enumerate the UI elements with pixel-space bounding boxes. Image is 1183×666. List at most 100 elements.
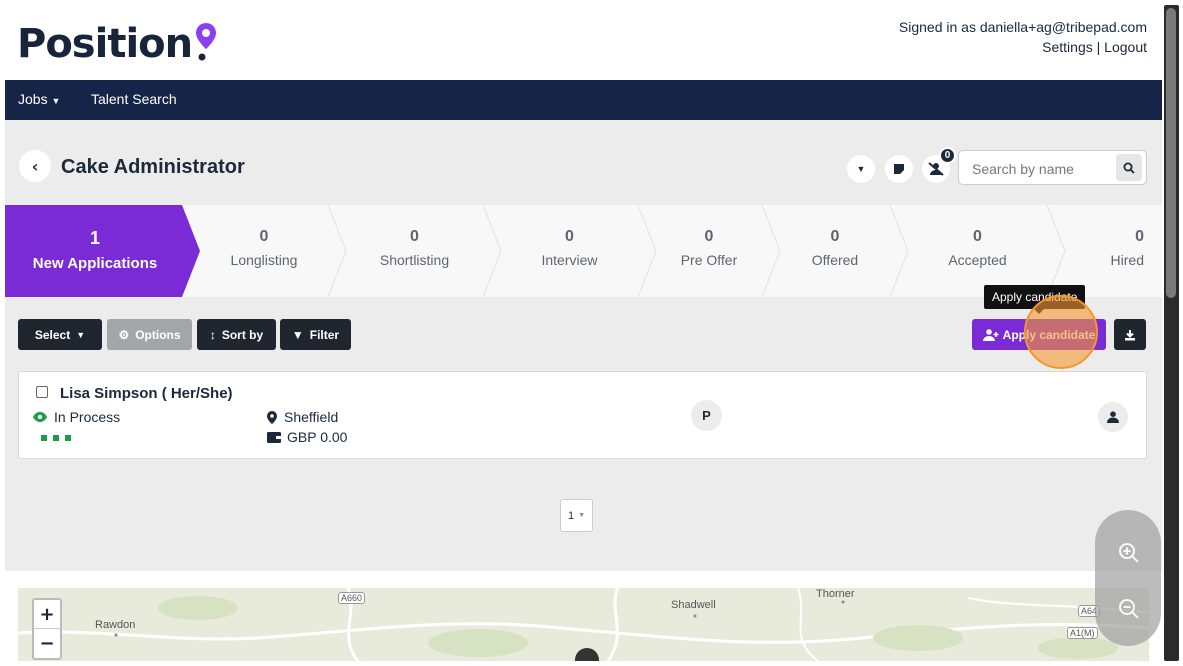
candidate-checkbox[interactable] bbox=[36, 386, 48, 398]
stage-new-applications[interactable]: 1 New Applications bbox=[5, 205, 185, 297]
actions-dropdown-button[interactable]: ▼ bbox=[847, 155, 875, 183]
search-input[interactable]: Search by name bbox=[972, 161, 1074, 177]
stage-count: 0 bbox=[973, 228, 982, 245]
stage-count: 0 bbox=[410, 228, 419, 245]
location-map[interactable]: Rawdon Shadwell Thorner A660 A64 A1(M) bbox=[18, 588, 1149, 661]
click-indicator bbox=[1024, 295, 1098, 369]
filter-button[interactable]: ▼ Filter bbox=[280, 319, 351, 350]
filter-icon: ▼ bbox=[291, 327, 304, 342]
job-title: Cake Administrator bbox=[61, 156, 245, 178]
salary-text: GBP 0.00 bbox=[287, 429, 348, 445]
caret-down-icon: ▼ bbox=[856, 164, 866, 174]
nav-jobs-label: Jobs bbox=[18, 91, 48, 107]
map-tiles bbox=[18, 588, 1149, 661]
notes-button[interactable] bbox=[885, 155, 913, 183]
nav-jobs[interactable]: Jobs ▼ bbox=[18, 91, 60, 107]
stage-label: Pre Offer bbox=[680, 252, 738, 268]
search-button[interactable] bbox=[1116, 154, 1142, 181]
main-nav: Jobs ▼ Talent Search bbox=[5, 80, 1162, 120]
caret-down-icon: ▼ bbox=[51, 96, 61, 106]
options-label: Options bbox=[135, 327, 181, 342]
page-scrollbar[interactable] bbox=[1162, 0, 1183, 666]
gear-icon: ⚙ bbox=[118, 327, 130, 342]
scrollbar-thumb[interactable] bbox=[1166, 8, 1176, 298]
stage-count: 0 bbox=[565, 228, 574, 245]
add-user-icon bbox=[982, 328, 999, 341]
stage-label: Longlisting bbox=[230, 252, 298, 268]
candidate-status: In Process bbox=[33, 409, 120, 425]
stage-accepted[interactable]: 0 Accepted bbox=[908, 205, 1047, 297]
download-icon bbox=[1125, 329, 1135, 340]
browser-viewport: Position Signed in as daniella+ag@tribep… bbox=[5, 5, 1162, 661]
page-number: 1 bbox=[567, 509, 575, 522]
user-info: Signed in as daniella+ag@tribepad.com Se… bbox=[899, 17, 1147, 57]
candidate-initial-badge[interactable]: P bbox=[691, 400, 722, 431]
eye-icon bbox=[33, 412, 47, 422]
caret-down-icon: ▼ bbox=[578, 512, 586, 519]
stage-count: 0 bbox=[704, 228, 714, 245]
settings-link[interactable]: Settings bbox=[1042, 39, 1093, 55]
signed-in-text: Signed in as daniella+ag@tribepad.com bbox=[898, 19, 1147, 35]
sort-by-button[interactable]: ↕ Sort by bbox=[197, 319, 276, 350]
candidate-search[interactable]: Search by name bbox=[958, 150, 1147, 185]
stage-count: 0 bbox=[259, 228, 269, 245]
stage-interview[interactable]: 0 Interview bbox=[501, 205, 638, 297]
back-button[interactable]: ‹ bbox=[19, 150, 51, 182]
map-label-thorner: Thorner bbox=[816, 588, 855, 600]
candidate-card[interactable]: Lisa Simpson ( Her/She) In Process Sheff… bbox=[18, 371, 1147, 459]
stage-count: 1 bbox=[89, 228, 100, 248]
stage-offered[interactable]: 0 Offered bbox=[780, 205, 890, 297]
select-button[interactable]: Select ▼ bbox=[18, 319, 102, 350]
stage-label: Interview bbox=[541, 252, 598, 268]
map-label-shadwell: Shadwell bbox=[671, 599, 716, 611]
map-zoom-control: + − bbox=[32, 598, 62, 660]
map-pin-logo-icon bbox=[196, 23, 217, 61]
candidate-name[interactable]: Lisa Simpson ( Her/She) bbox=[60, 385, 233, 402]
stage-pre-offer[interactable]: 0 Pre Offer bbox=[656, 205, 762, 297]
zoom-out-icon bbox=[1119, 599, 1139, 619]
stage-count: 0 bbox=[830, 228, 840, 245]
map-road-a1m: A1(M) bbox=[1067, 627, 1098, 639]
page-select[interactable]: 1 ▼ bbox=[560, 499, 593, 532]
stage-hired[interactable]: 0 Hired bbox=[1065, 205, 1162, 297]
zoom-in-button[interactable] bbox=[1116, 540, 1142, 566]
zoom-in-icon bbox=[1119, 543, 1139, 563]
location-text: Sheffield bbox=[284, 409, 339, 425]
link-separator: | bbox=[1096, 39, 1101, 55]
wallet-icon bbox=[267, 432, 281, 443]
map-label-rawdon: Rawdon bbox=[95, 619, 136, 631]
app-header: Position Signed in as daniella+ag@tribep… bbox=[5, 5, 1162, 80]
stage-longlisting[interactable]: 0 Longlisting bbox=[200, 205, 328, 297]
pipeline-stages: 1 New Applications 0 Longlisting 0 Short… bbox=[5, 205, 1162, 297]
user-slash-icon bbox=[928, 162, 944, 176]
stage-label: Shortlisting bbox=[379, 252, 450, 268]
stage-label: Accepted bbox=[948, 252, 1007, 268]
download-button[interactable] bbox=[1114, 319, 1146, 350]
candidate-salary: GBP 0.00 bbox=[267, 429, 347, 445]
notification-badge: 0 bbox=[939, 147, 956, 164]
stage-label: New Applications bbox=[32, 255, 158, 272]
map-zoom-in-button[interactable]: + bbox=[34, 600, 60, 629]
zoom-out-button[interactable] bbox=[1116, 596, 1142, 622]
stage-count: 0 bbox=[1135, 228, 1144, 245]
floating-zoom-controls bbox=[1095, 510, 1161, 646]
logo-text: Position bbox=[17, 21, 193, 67]
sort-icon: ↕ bbox=[209, 327, 216, 342]
candidate-profile-button[interactable] bbox=[1098, 402, 1128, 432]
chevron-left-icon: ‹ bbox=[31, 156, 39, 176]
user-icon bbox=[1107, 411, 1119, 423]
status-text: In Process bbox=[54, 409, 121, 425]
nav-talent-search[interactable]: Talent Search bbox=[91, 91, 177, 107]
stage-shortlisting[interactable]: 0 Shortlisting bbox=[346, 205, 483, 297]
position-logo[interactable]: Position bbox=[17, 21, 219, 67]
chevron-down-icon: ▼ bbox=[76, 329, 86, 340]
options-button[interactable]: ⚙ Options bbox=[107, 319, 192, 350]
stage-label: Offered bbox=[811, 252, 859, 268]
map-zoom-out-button[interactable]: − bbox=[34, 629, 60, 658]
stage-label: Hired bbox=[1110, 252, 1144, 268]
progress-dots bbox=[41, 435, 71, 441]
map-road-a660: A660 bbox=[338, 592, 366, 604]
map-marker-icon bbox=[267, 410, 277, 424]
logout-link[interactable]: Logout bbox=[1104, 39, 1147, 55]
sticky-note-icon bbox=[894, 164, 904, 174]
